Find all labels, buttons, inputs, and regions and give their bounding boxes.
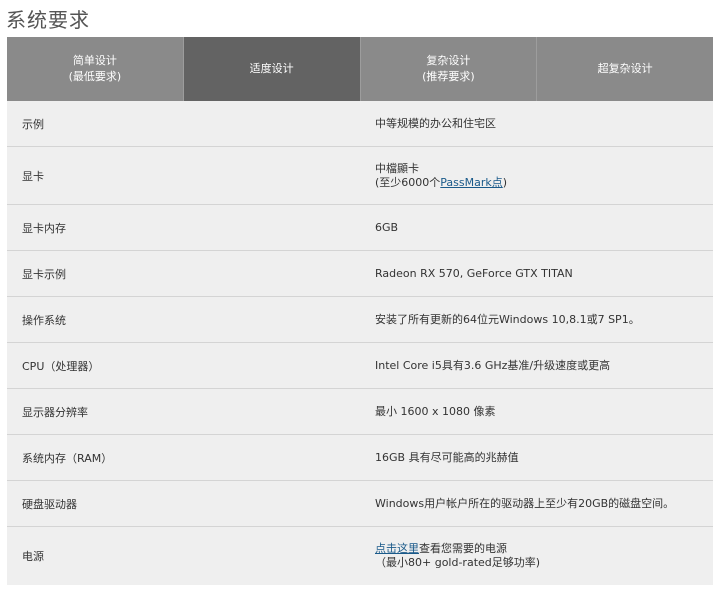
tab-label: 简单设计	[72, 54, 117, 67]
row-label: 操作系统	[22, 313, 66, 327]
row-value: 6GB	[375, 220, 399, 234]
row-label: 显卡	[22, 169, 44, 183]
value-line: （最小80+ gold-rated足够功率)	[375, 556, 541, 569]
table-row: 显卡 中檔顯卡 (至少6000个PassMark点)	[7, 147, 713, 205]
table-row: 显卡示例 Radeon RX 570, GeForce GTX TITAN	[7, 251, 713, 297]
row-label: 硬盘驱动器	[22, 497, 77, 511]
table-row: 系统内存（RAM） 16GB 具有尽可能高的兆赫值	[7, 435, 713, 481]
tab-sublabel: (推荐要求)	[422, 70, 475, 83]
click-here-link[interactable]: 点击这里	[375, 542, 419, 555]
tab-label: 超复杂设计	[597, 62, 653, 75]
row-value: Windows用户帐户所在的驱动器上至少有20GB的磁盘空间。	[375, 496, 675, 510]
row-value: 中檔顯卡 (至少6000个PassMark点)	[375, 162, 713, 190]
table-row: CPU（处理器） Intel Core i5具有3.6 GHz基准/升级速度或更…	[7, 343, 713, 389]
tab-moderate-design[interactable]: 适度设计	[183, 37, 361, 101]
requirements-table: 示例 中等规模的办公和住宅区 显卡 中檔顯卡 (至少6000个PassMark点…	[7, 101, 713, 585]
row-label: 显示器分辨率	[22, 405, 88, 419]
value-line: 点击这里查看您需要的电源	[375, 542, 713, 556]
row-value: 安装了所有更新的64位元Windows 10,8.1或7 SP1。	[375, 312, 640, 326]
row-label: 示例	[22, 117, 44, 131]
table-row: 操作系统 安装了所有更新的64位元Windows 10,8.1或7 SP1。	[7, 297, 713, 343]
value-text: (至少6000个	[375, 175, 441, 189]
table-row: 电源 点击这里查看您需要的电源 （最小80+ gold-rated足够功率)	[7, 527, 713, 585]
row-value: 点击这里查看您需要的电源 （最小80+ gold-rated足够功率)	[375, 542, 713, 570]
row-label: CPU（处理器）	[22, 359, 100, 373]
design-level-tabs: 简单设计 (最低要求) 适度设计 复杂设计 (推荐要求) 超复杂设计	[7, 37, 713, 101]
tab-simple-design[interactable]: 简单设计 (最低要求)	[7, 37, 184, 101]
table-row: 示例 中等规模的办公和住宅区	[7, 101, 713, 147]
row-label: 系统内存（RAM）	[22, 451, 113, 465]
row-value: 中等规模的办公和住宅区	[375, 116, 496, 130]
tab-ultra-complex-design[interactable]: 超复杂设计	[537, 37, 713, 101]
row-label: 电源	[22, 550, 44, 563]
tab-sublabel: (最低要求)	[68, 70, 122, 83]
row-label: 显卡示例	[22, 267, 66, 281]
passmark-link[interactable]: PassMark点	[440, 176, 502, 189]
table-row: 显示器分辨率 最小 1600 x 1080 像素	[7, 389, 713, 435]
table-row: 硬盘驱动器 Windows用户帐户所在的驱动器上至少有20GB的磁盘空间。	[7, 481, 713, 527]
tab-complex-design[interactable]: 复杂设计 (推荐要求)	[361, 37, 538, 101]
page-title: 系统要求	[6, 8, 90, 32]
tab-label: 适度设计	[249, 62, 294, 75]
table-row: 显卡内存 6GB	[7, 205, 713, 251]
row-value: Radeon RX 570, GeForce GTX TITAN	[375, 266, 573, 280]
row-value: 最小 1600 x 1080 像素	[375, 404, 496, 418]
value-text: 查看您需要的电源	[419, 542, 507, 555]
value-line: (至少6000个PassMark点)	[375, 176, 713, 190]
value-line: 中檔顯卡	[375, 161, 419, 175]
row-label: 显卡内存	[22, 221, 66, 235]
tab-label: 复杂设计	[426, 54, 471, 67]
value-text: )	[502, 175, 508, 189]
row-value: Intel Core i5具有3.6 GHz基准/升级速度或更高	[375, 358, 611, 372]
row-value: 16GB 具有尽可能高的兆赫值	[375, 450, 519, 464]
